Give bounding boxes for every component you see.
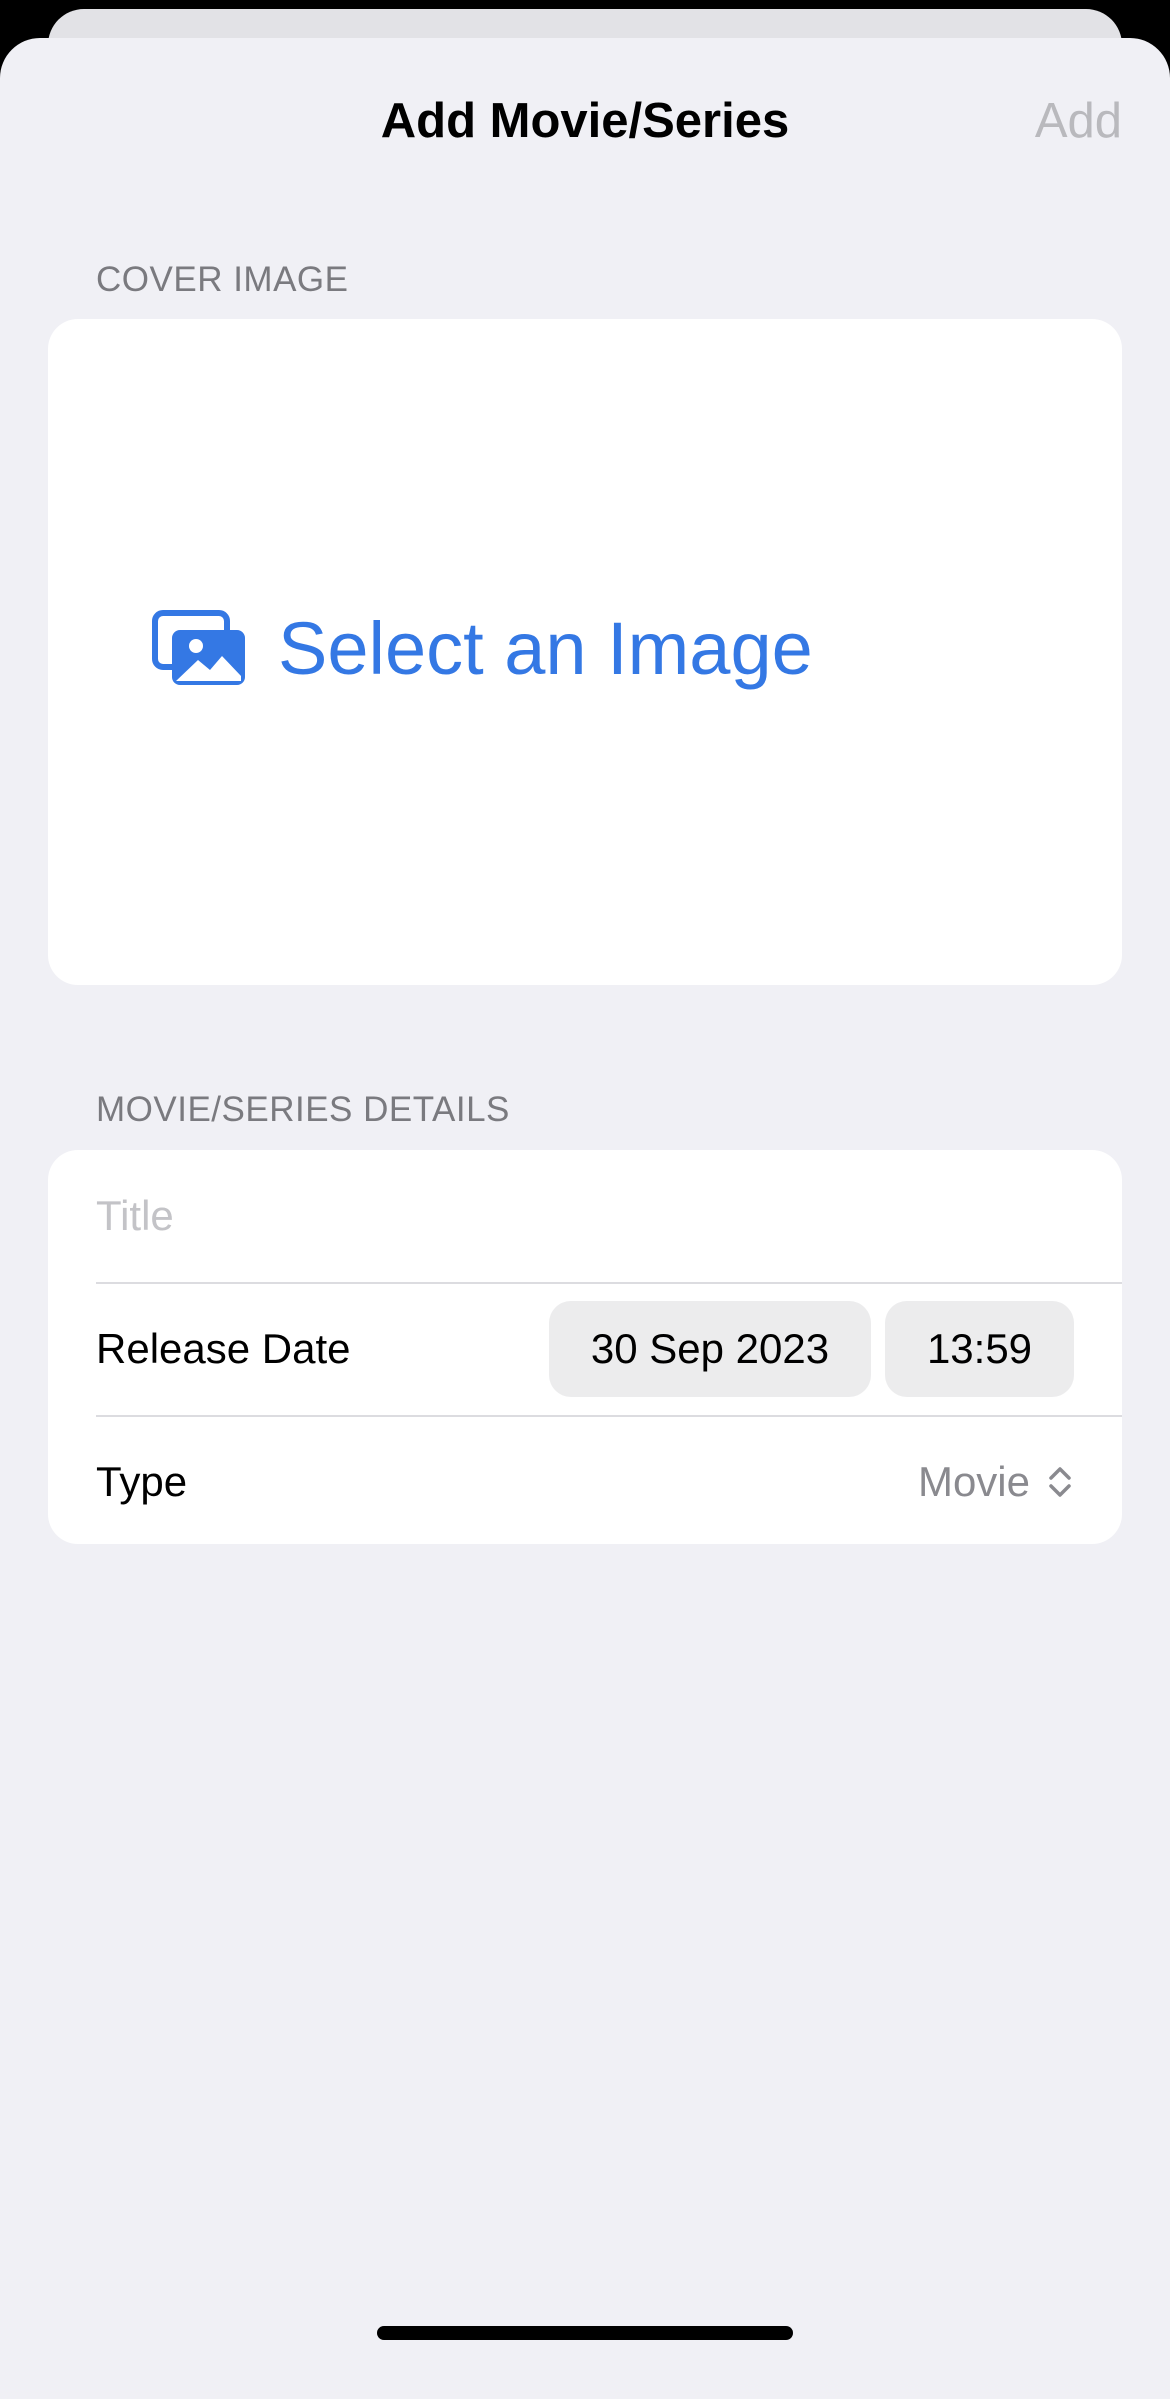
cover-image-header: COVER IMAGE xyxy=(96,260,349,299)
photo-on-rectangle-icon xyxy=(152,610,245,685)
page-title: Add Movie/Series xyxy=(380,94,790,148)
details-header: MOVIE/SERIES DETAILS xyxy=(96,1090,510,1129)
cover-image-card: Select an Image xyxy=(48,319,1122,985)
chevron-up-down-icon xyxy=(1049,1467,1071,1497)
details-card: Title Release Date 30 Sep 2023 13:59 Typ… xyxy=(48,1150,1122,1544)
release-date-label: Release Date xyxy=(96,1325,351,1372)
release-date-row: Release Date 30 Sep 2023 13:59 xyxy=(48,1283,1122,1415)
type-value: Movie xyxy=(917,1458,1030,1505)
type-row: Type Movie xyxy=(48,1416,1122,1544)
home-indicator[interactable] xyxy=(377,2326,793,2340)
type-label: Type xyxy=(96,1458,188,1505)
select-image-button[interactable]: Select an Image xyxy=(152,599,813,699)
title-row[interactable]: Title xyxy=(48,1150,1122,1282)
add-movie-sheet: Add Movie/Series Add COVER IMAGE Select … xyxy=(0,38,1170,2399)
title-field[interactable]: Title xyxy=(96,1150,174,1282)
date-picker-button[interactable]: 30 Sep 2023 xyxy=(549,1301,871,1397)
time-picker-button[interactable]: 13:59 xyxy=(885,1301,1074,1397)
type-picker[interactable]: Movie xyxy=(918,1416,1074,1544)
add-button[interactable]: Add xyxy=(1035,92,1122,151)
select-image-label: Select an Image xyxy=(278,607,813,690)
